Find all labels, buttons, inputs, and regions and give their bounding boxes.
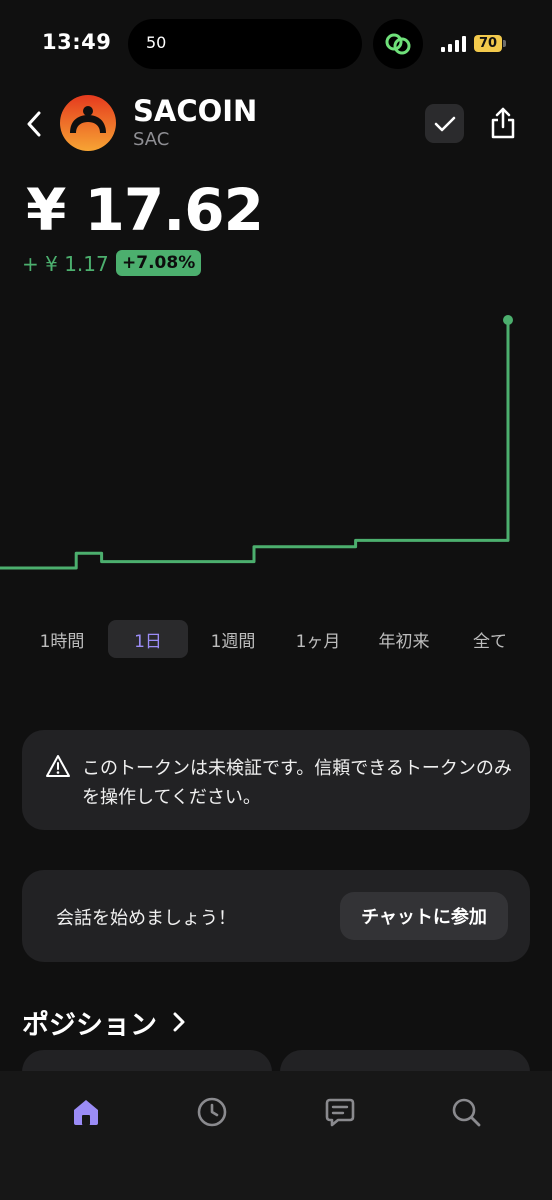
dynamic-island: 50 [128, 19, 362, 69]
chat-icon [325, 1098, 355, 1127]
range-tab-ytd[interactable]: 年初来 [367, 620, 441, 658]
join-chat-button[interactable]: チャットに参加 [340, 892, 508, 940]
latest-price-point [503, 315, 513, 325]
island-link-badge [373, 19, 423, 69]
bottom-tab-bar [0, 1071, 552, 1200]
unverified-warning-text: このトークンは未検証です。信頼できるトークンのみを操作してください。 [82, 758, 512, 808]
positions-title[interactable]: ポジション [22, 1003, 157, 1042]
share-button[interactable] [484, 102, 522, 144]
range-tab-1m[interactable]: 1ヶ月 [283, 620, 353, 658]
tab-activity[interactable] [192, 1092, 232, 1132]
signal-icon [441, 36, 466, 52]
chevron-right-icon[interactable] [170, 1009, 188, 1035]
price-change-percent-badge: +7.08% [116, 250, 202, 276]
token-symbol: SAC [133, 129, 170, 150]
tab-home[interactable] [66, 1092, 106, 1132]
current-price: ¥ 17.62 [26, 176, 264, 244]
back-icon [27, 111, 41, 137]
search-icon [452, 1098, 481, 1127]
share-icon [491, 107, 515, 139]
price-chart[interactable] [0, 290, 552, 590]
token-logo [60, 95, 116, 151]
range-tab-1h[interactable]: 1時間 [28, 620, 96, 658]
token-name: SACOIN [133, 94, 258, 128]
home-icon [74, 1100, 98, 1125]
clock-icon [197, 1097, 227, 1127]
watchlist-check-button[interactable] [425, 104, 464, 143]
battery-cap [503, 40, 506, 47]
range-tab-all[interactable]: 全て [460, 620, 520, 658]
range-tab-1d[interactable]: 1日 [108, 620, 188, 658]
tab-chat[interactable] [320, 1092, 360, 1132]
battery-level: 70 [474, 35, 502, 52]
check-icon [434, 116, 455, 131]
back-button[interactable] [20, 104, 48, 144]
chat-prompt: 会話を始めましょう！ [56, 908, 236, 929]
price-line [0, 320, 510, 570]
warning-icon [46, 755, 70, 777]
range-tab-1w[interactable]: 1週間 [198, 620, 268, 658]
tab-search[interactable] [446, 1092, 486, 1132]
status-time: 13:49 [42, 30, 112, 54]
island-activity-text: 50 [146, 33, 167, 52]
price-change-absolute: + ¥ 1.17 [22, 252, 109, 276]
link-icon [385, 33, 411, 55]
